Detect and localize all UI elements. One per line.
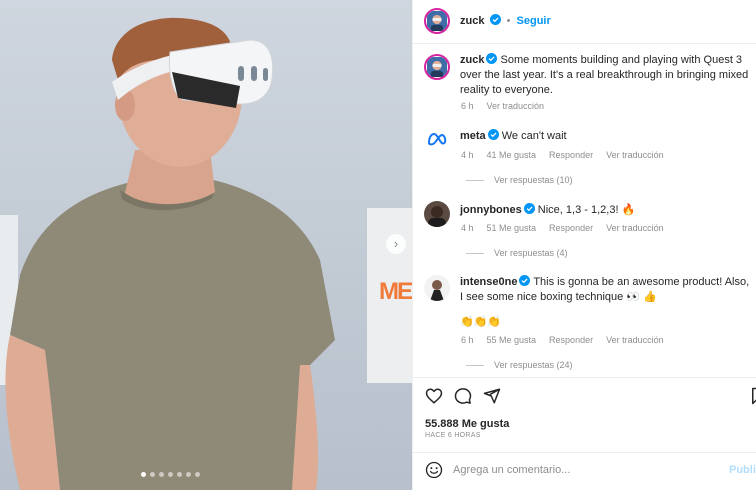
- caption-age: 6 h: [461, 101, 474, 111]
- caption-author-avatar[interactable]: [424, 54, 450, 80]
- publish-button[interactable]: Publicar: [729, 464, 756, 476]
- post-header: zuck • Seguir: [413, 0, 756, 44]
- bookmark-icon[interactable]: [749, 387, 756, 405]
- post-actions: 55.888 Me gusta HACE 6 HORAS: [413, 377, 756, 447]
- replies-divider: [466, 179, 484, 181]
- carousel-dot: [167, 472, 173, 477]
- verified-badge-icon: [523, 203, 535, 214]
- verified-badge-icon: [519, 275, 531, 286]
- comment-translate-button[interactable]: Ver traducción: [606, 335, 664, 345]
- verified-badge-icon: [486, 53, 498, 64]
- post-timestamp: HACE 6 HORAS: [425, 432, 481, 439]
- comment-translate-button[interactable]: Ver traducción: [606, 223, 664, 233]
- heart-icon[interactable]: [425, 387, 443, 405]
- replies-divider: [466, 252, 484, 254]
- comment-avatar-jonnybones[interactable]: [424, 201, 450, 227]
- replies-divider: [466, 364, 484, 366]
- comment-reply-button[interactable]: Responder: [549, 335, 593, 345]
- carousel-dot: [194, 472, 200, 477]
- carousel-dot: [176, 472, 182, 477]
- follow-button[interactable]: Seguir: [517, 15, 551, 27]
- caption-username[interactable]: zuck: [460, 54, 484, 66]
- caption: zuck Some moments building and playing w…: [460, 53, 755, 98]
- comment-meta: 4 h 41 Me gusta Responder Ver traducción: [461, 150, 664, 160]
- post-side-panel: zuck • Seguir zuck Some moments building…: [412, 0, 756, 490]
- verified-badge-icon: [487, 129, 499, 140]
- comment-reply-button[interactable]: Responder: [549, 150, 593, 160]
- carousel-dot: [140, 472, 146, 477]
- comment-icon[interactable]: [454, 387, 472, 405]
- caption-meta: 6 h Ver traducción: [461, 101, 544, 111]
- comment-meta: 4 h 51 Me gusta Responder Ver traducción: [461, 223, 664, 233]
- comment-username[interactable]: jonnybones: [460, 204, 522, 216]
- header-separator: •: [506, 15, 511, 27]
- view-replies-label: Ver respuestas (10): [494, 175, 573, 185]
- comment-translate-button[interactable]: Ver traducción: [606, 150, 664, 160]
- comment: meta We can't wait: [460, 129, 755, 144]
- comment-avatar-intense0ne[interactable]: [424, 275, 450, 301]
- carousel-dot: [149, 472, 155, 477]
- comment-composer: Publicar: [413, 452, 756, 490]
- person-illustration: [5, 17, 335, 490]
- comment-input[interactable]: [453, 461, 723, 479]
- smiley-icon[interactable]: [425, 461, 443, 479]
- carousel-dot: [185, 472, 191, 477]
- comment-likes-button[interactable]: 51 Me gusta: [487, 223, 537, 233]
- comment: intense0ne This is gonna be an awesome p…: [460, 275, 755, 305]
- post-likes-count[interactable]: 55.888 Me gusta: [425, 418, 509, 430]
- comment-username[interactable]: meta: [460, 130, 486, 142]
- comment-age: 6 h: [461, 335, 474, 345]
- comment-age: 4 h: [461, 150, 474, 160]
- comments-list[interactable]: zuck Some moments building and playing w…: [413, 44, 756, 377]
- view-replies-label: Ver respuestas (24): [494, 360, 573, 370]
- author-username[interactable]: zuck: [460, 15, 484, 27]
- comment-likes-button[interactable]: 55 Me gusta: [487, 335, 537, 345]
- view-replies-label: Ver respuestas (4): [494, 248, 568, 258]
- verified-badge-icon: [489, 14, 501, 25]
- caption-text: Some moments building and playing with Q…: [460, 54, 749, 96]
- author-avatar[interactable]: [424, 8, 450, 34]
- view-replies-button[interactable]: Ver respuestas (24): [466, 360, 573, 370]
- comment-age: 4 h: [461, 223, 474, 233]
- carousel-dot: [158, 472, 164, 477]
- share-icon[interactable]: [483, 387, 501, 405]
- comment: jonnybones Nice, 1,3 - 1,2,3! 🔥: [460, 203, 755, 218]
- caption-translate-button[interactable]: Ver traducción: [487, 101, 545, 111]
- comment-reply-button[interactable]: Responder: [549, 223, 593, 233]
- post-photo[interactable]: MET ›: [0, 0, 412, 490]
- comment-text: Nice, 1,3 - 1,2,3! 🔥: [537, 204, 636, 216]
- comment-username[interactable]: intense0ne: [460, 276, 517, 288]
- view-replies-button[interactable]: Ver respuestas (10): [466, 175, 573, 185]
- comment-text-continued: 👏👏👏: [460, 316, 502, 328]
- comment-text: We can't wait: [501, 130, 567, 142]
- comment-likes-button[interactable]: 41 Me gusta: [487, 150, 537, 160]
- carousel-next-button[interactable]: ›: [386, 234, 406, 254]
- carousel-indicator: [0, 472, 340, 477]
- comment-meta: 6 h 55 Me gusta Responder Ver traducción: [461, 335, 664, 345]
- comment-avatar-meta[interactable]: [424, 127, 450, 153]
- view-replies-button[interactable]: Ver respuestas (4): [466, 248, 568, 258]
